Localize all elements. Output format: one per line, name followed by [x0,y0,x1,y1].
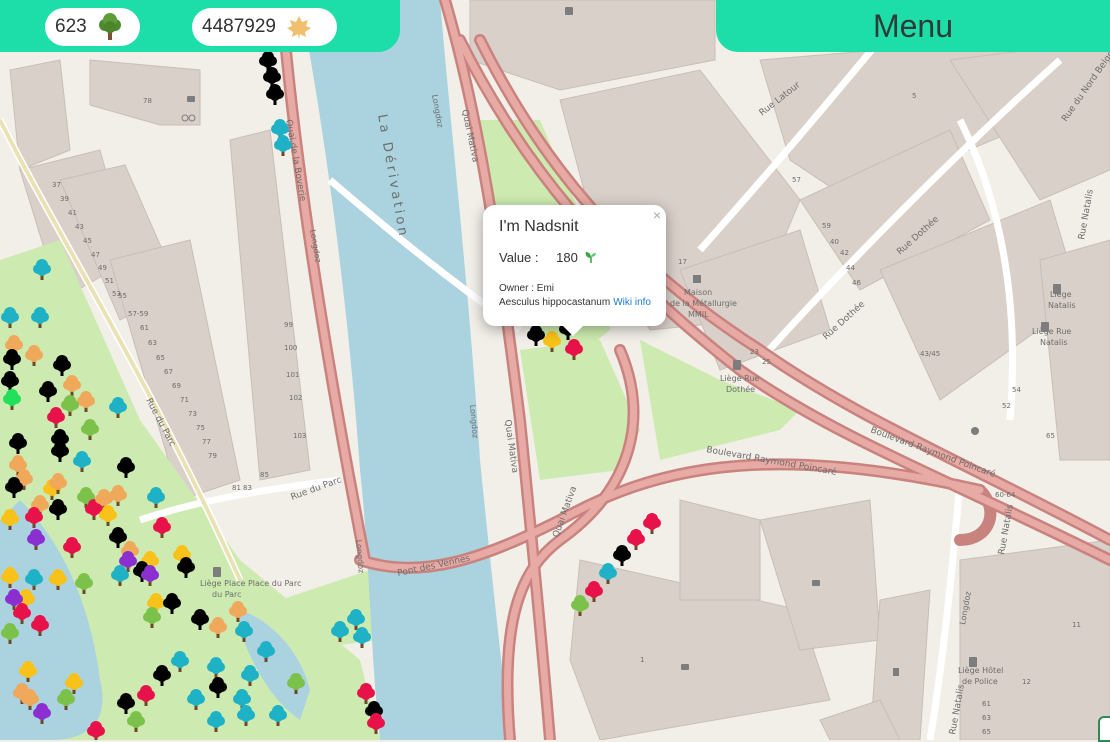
place-label: Natalis [1040,338,1068,347]
popup-title: I'm Nadsnit [499,218,579,235]
svg-text:63: 63 [148,339,157,347]
svg-text:60-64: 60-64 [995,491,1016,499]
svg-text:47: 47 [91,251,100,259]
place-label: du Parc [212,590,242,599]
svg-text:42: 42 [840,249,849,257]
menu-label: Menu [872,7,954,44]
place-label: Liège Hôtel [958,665,1003,675]
close-icon[interactable]: × [653,207,661,223]
svg-text:65: 65 [982,728,991,736]
shop-icon [681,664,689,670]
svg-text:99: 99 [284,321,293,329]
svg-text:57-59: 57-59 [128,310,148,318]
place-label: Liège Place Place du Parc [200,578,301,588]
svg-text:59: 59 [822,222,831,230]
stats-bar: 623 4487929 [0,0,400,52]
popup-owner: Owner : Emi [499,283,555,294]
bus-stop-icon [1053,284,1061,294]
svg-text:25: 25 [762,358,771,366]
svg-text:52: 52 [1002,402,1011,410]
svg-text:44: 44 [846,264,855,272]
svg-text:51: 51 [105,277,114,285]
svg-text:54: 54 [1012,386,1021,394]
bus-stop-icon [1041,322,1049,332]
svg-text:67: 67 [164,368,173,376]
trees-counter: 623 [45,8,140,46]
svg-text:101: 101 [286,371,299,379]
place-label: MMIL [688,310,709,319]
svg-text:5: 5 [912,92,916,100]
svg-text:75: 75 [196,424,205,432]
svg-text:41: 41 [68,209,77,217]
svg-text:102: 102 [289,394,302,402]
bus-stop-icon [213,567,221,577]
svg-text:57: 57 [792,176,801,184]
svg-text:43: 43 [75,223,84,231]
svg-text:83: 83 [243,484,252,492]
popup-value: 180 [556,250,578,265]
clothes-shop-icon [565,7,573,15]
place-label: Dothée [726,384,755,394]
popup-value-label: Value : [499,250,539,265]
leaves-count: 4487929 [202,16,276,37]
wiki-info-link[interactable]: Wiki info [613,297,651,308]
poi-circle-icon [971,427,979,435]
svg-text:79: 79 [208,452,217,460]
svg-text:49: 49 [98,264,107,272]
place-label: Maison [684,288,712,297]
map-canvas[interactable]: La Dérivation Quai de la Boverie Quai Ma… [0,0,1110,740]
place-label: Liège Rue [720,373,759,383]
svg-text:63: 63 [982,714,991,722]
svg-text:81: 81 [232,484,241,492]
leaves-counter: 4487929 [192,8,337,46]
svg-text:78: 78 [143,97,152,105]
svg-text:40: 40 [830,238,839,246]
place-label: Liège Rue [1032,326,1071,336]
svg-text:1: 1 [640,656,644,664]
svg-text:46: 46 [852,279,861,287]
sprout-icon [586,252,597,263]
svg-text:73: 73 [188,410,197,418]
museum-icon [693,275,701,283]
bus-stop-icon [969,657,977,667]
svg-text:43/45: 43/45 [920,350,940,358]
trees-count: 623 [55,16,87,37]
svg-text:11: 11 [1072,621,1081,629]
svg-text:61: 61 [982,700,991,708]
svg-text:45: 45 [83,237,92,245]
svg-text:85: 85 [260,471,269,479]
shop-icon [812,580,820,586]
svg-text:69: 69 [172,382,181,390]
popup-value-row: Value : 180 [499,250,598,265]
svg-text:17: 17 [678,258,687,266]
svg-text:103: 103 [293,432,306,440]
tree-icon [98,13,121,40]
popup-species: Aesculus hippocastanum [499,297,611,308]
svg-text:12: 12 [1022,678,1031,686]
maple-leaf-icon [286,16,311,39]
svg-text:71: 71 [180,396,189,404]
place-label: de Police [962,677,998,686]
toilets-icon [893,668,899,676]
svg-text:77: 77 [202,438,211,446]
svg-text:37: 37 [52,181,61,189]
menu-button[interactable]: Menu [716,0,1110,52]
svg-text:65: 65 [1046,432,1055,440]
shop-icon [187,96,195,102]
place-label: Natalis [1048,301,1076,310]
svg-text:65: 65 [156,354,165,362]
bus-stop-icon [733,360,741,370]
tree-info-popup: × I'm Nadsnit Value : 180 Owner : Emi Ae… [483,205,666,336]
popup-species-row: Aesculus hippocastanum Wiki info [499,297,651,308]
svg-text:55: 55 [118,292,127,300]
place-label: de la Métallurgie [670,298,737,308]
svg-text:23: 23 [750,348,759,356]
svg-text:61: 61 [140,324,149,332]
map-control[interactable] [1098,716,1110,742]
svg-text:100: 100 [284,344,297,352]
svg-text:39: 39 [60,195,69,203]
